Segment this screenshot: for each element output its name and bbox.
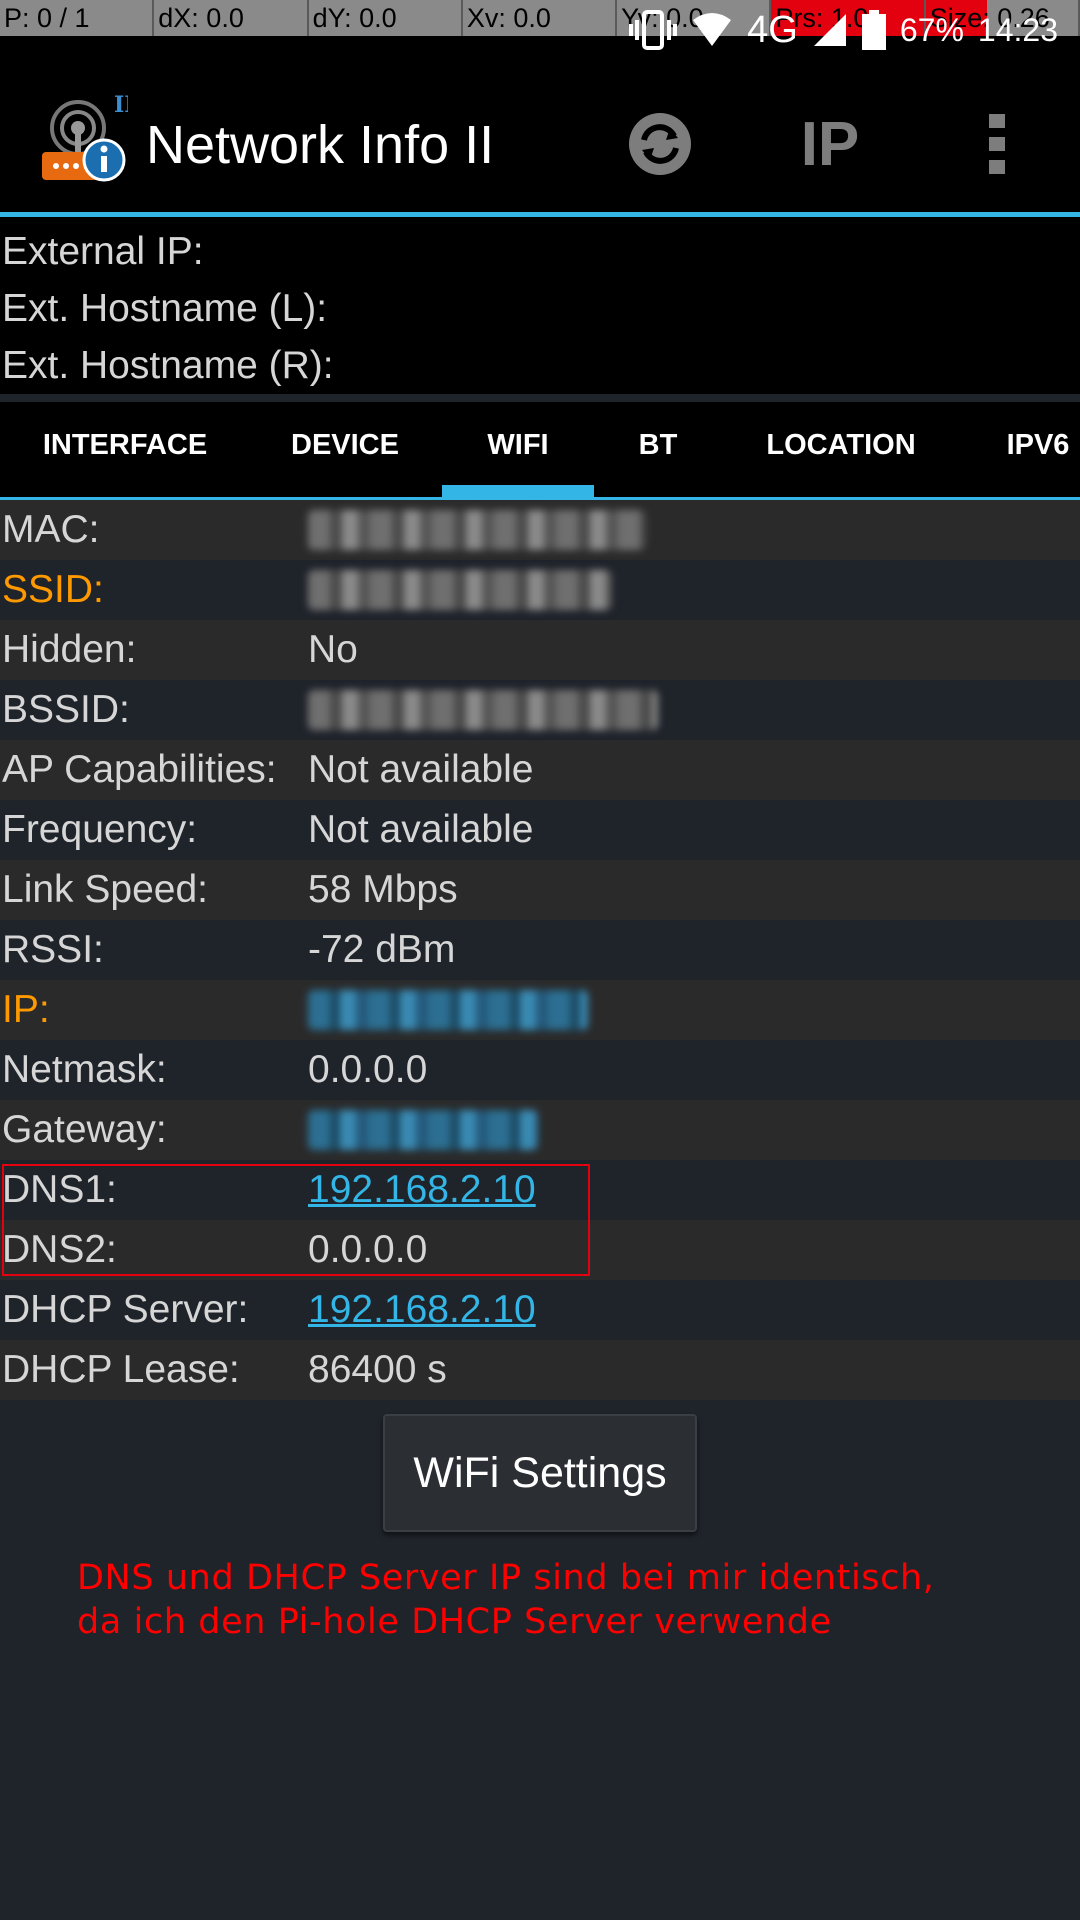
tab-interface[interactable]: INTERFACE bbox=[20, 402, 230, 497]
row-ip: IP: bbox=[0, 980, 1080, 1040]
vibrate-icon bbox=[629, 8, 678, 52]
rssi-label: RSSI: bbox=[2, 928, 104, 971]
link-speed-label: Link Speed: bbox=[2, 868, 208, 911]
wifi-info-table: MAC: SSID: Hidden: No BSSID: AP Capabili… bbox=[0, 500, 1080, 1400]
bssid-label: BSSID: bbox=[2, 688, 130, 731]
row-bssid: BSSID: bbox=[0, 680, 1080, 740]
dns2-label: DNS2: bbox=[2, 1228, 117, 1271]
battery-percent: 67% bbox=[899, 11, 964, 48]
tab-ipv6[interactable]: IPV6 bbox=[990, 402, 1080, 497]
row-dns1: DNS1: 192.168.2.10 bbox=[0, 1160, 1080, 1220]
mac-label: MAC: bbox=[2, 508, 100, 551]
bssid-value-redacted bbox=[308, 690, 658, 730]
app-logo-icon: II bbox=[42, 92, 135, 186]
dns2-value: 0.0.0.0 bbox=[308, 1228, 428, 1271]
app-toolbar: II Network Info II IP bbox=[0, 74, 1080, 217]
row-dhcp-server: DHCP Server: 192.168.2.10 bbox=[0, 1280, 1080, 1340]
row-gateway: Gateway: bbox=[0, 1100, 1080, 1160]
dhcp-lease-label: DHCP Lease: bbox=[2, 1348, 240, 1391]
gateway-value-redacted[interactable] bbox=[308, 1110, 538, 1150]
ssid-label: SSID: bbox=[2, 568, 104, 611]
ext-hostname-local-label: Ext. Hostname (L): bbox=[2, 287, 328, 330]
pointer-dy: dY: 0.0 bbox=[309, 0, 463, 36]
ip-label: IP: bbox=[2, 988, 50, 1031]
svg-text:II: II bbox=[114, 94, 128, 118]
link-speed-value: 58 Mbps bbox=[308, 868, 458, 911]
ap-capabilities-value: Not available bbox=[308, 748, 534, 791]
external-ip-label: External IP: bbox=[2, 230, 204, 273]
ext-hostname-remote-label: Ext. Hostname (R): bbox=[2, 344, 334, 387]
tab-location[interactable]: LOCATION bbox=[750, 402, 932, 497]
refresh-icon bbox=[629, 113, 691, 175]
cell-signal-icon bbox=[812, 12, 848, 48]
row-frequency: Frequency: Not available bbox=[0, 800, 1080, 860]
mac-value-redacted bbox=[308, 510, 646, 550]
rssi-value: -72 dBm bbox=[308, 928, 456, 971]
dhcp-lease-value: 86400 s bbox=[308, 1348, 447, 1391]
pointer-count: P: 0 / 1 bbox=[0, 0, 155, 36]
network-type: 4G bbox=[747, 8, 798, 51]
row-netmask: Netmask: 0.0.0.0 bbox=[0, 1040, 1080, 1100]
row-mac: MAC: bbox=[0, 500, 1080, 560]
refresh-button[interactable] bbox=[615, 102, 705, 186]
frequency-value: Not available bbox=[308, 808, 534, 851]
gateway-label: Gateway: bbox=[2, 1108, 167, 1151]
row-ssid: SSID: bbox=[0, 560, 1080, 620]
external-info: External IP: Ext. Hostname (L): Ext. Hos… bbox=[0, 217, 1080, 394]
screen: P: 0 / 1 dX: 0.0 dY: 0.0 Xv: 0.0 Yv: 0.0… bbox=[0, 0, 1080, 1920]
ap-capabilities-label: AP Capabilities: bbox=[2, 748, 277, 791]
pointer-dx: dX: 0.0 bbox=[154, 0, 309, 36]
row-dhcp-lease: DHCP Lease: 86400 s bbox=[0, 1340, 1080, 1400]
dhcp-server-label: DHCP Server: bbox=[2, 1288, 249, 1331]
row-rssi: RSSI: -72 dBm bbox=[0, 920, 1080, 980]
ip-value-redacted[interactable] bbox=[308, 990, 588, 1030]
tab-wifi[interactable]: WIFI bbox=[442, 402, 594, 497]
tab-bar: INTERFACE DEVICE WIFI BT LOCATION IPV6 bbox=[0, 402, 1080, 500]
app-title: Network Info II bbox=[146, 115, 495, 175]
row-ap-capabilities: AP Capabilities: Not available bbox=[0, 740, 1080, 800]
row-hidden: Hidden: No bbox=[0, 620, 1080, 680]
ip-button[interactable]: IP bbox=[785, 102, 875, 186]
status-icons: 4G 67% 14:23 bbox=[629, 8, 1058, 52]
overflow-menu-button[interactable] bbox=[952, 102, 1042, 186]
annotation-line-1: DNS und DHCP Server IP sind bei mir iden… bbox=[77, 1558, 935, 1598]
netmask-label: Netmask: bbox=[2, 1048, 167, 1091]
hidden-value: No bbox=[308, 628, 358, 671]
dhcp-server-link[interactable]: 192.168.2.10 bbox=[308, 1280, 536, 1340]
pointer-xv: Xv: 0.0 bbox=[463, 0, 618, 36]
row-dns2: DNS2: 0.0.0.0 bbox=[0, 1220, 1080, 1280]
ssid-value-redacted bbox=[308, 570, 612, 610]
tab-bt[interactable]: BT bbox=[620, 402, 696, 497]
wifi-settings-button[interactable]: WiFi Settings bbox=[383, 1414, 697, 1532]
netmask-value: 0.0.0.0 bbox=[308, 1048, 428, 1091]
dns1-link[interactable]: 192.168.2.10 bbox=[308, 1160, 536, 1220]
annotation-line-2: da ich den Pi-hole DHCP Server verwende bbox=[77, 1602, 832, 1642]
frequency-label: Frequency: bbox=[2, 808, 198, 851]
overflow-menu-icon bbox=[989, 114, 1005, 174]
battery-icon bbox=[861, 10, 886, 50]
wifi-signal-icon bbox=[691, 12, 733, 48]
dns1-label: DNS1: bbox=[2, 1168, 117, 1211]
row-link-speed: Link Speed: 58 Mbps bbox=[0, 860, 1080, 920]
annotation-note: DNS und DHCP Server IP sind bei mir iden… bbox=[77, 1556, 1057, 1644]
tab-device[interactable]: DEVICE bbox=[270, 402, 420, 497]
hidden-label: Hidden: bbox=[2, 628, 137, 671]
clock: 14:23 bbox=[977, 11, 1058, 48]
